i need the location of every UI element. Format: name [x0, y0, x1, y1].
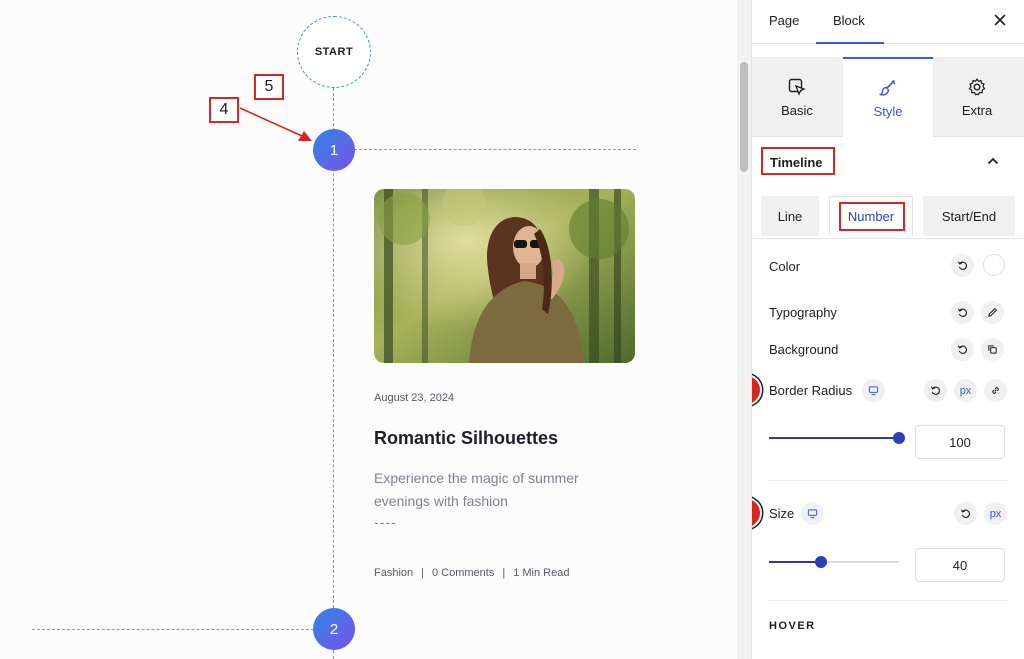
reset-icon [957, 308, 967, 317]
pencil-icon [988, 307, 998, 317]
post-read-time: 1 Min Read [513, 567, 570, 579]
copy-icon [988, 345, 997, 354]
timeline-number-2[interactable]: 2 [313, 608, 355, 650]
meta-separator: | [502, 567, 506, 579]
sub-tab-start-end[interactable]: Start/End [923, 196, 1015, 236]
border-radius-reset-button[interactable] [924, 379, 947, 402]
mode-tab-label: Basic [781, 102, 813, 118]
size-reset-button[interactable] [954, 502, 977, 525]
active-tab-indicator [816, 42, 884, 44]
mode-tab-extra[interactable]: Extra [932, 57, 1022, 137]
chevron-up-icon[interactable] [985, 153, 1001, 169]
mode-tab-style[interactable]: Style [843, 57, 933, 138]
post-featured-image[interactable] [374, 189, 635, 363]
tab-block[interactable]: Block [833, 13, 865, 28]
tab-page[interactable]: Page [769, 13, 799, 28]
reset-icon [957, 261, 967, 270]
size-unit-select[interactable]: px [984, 502, 1007, 525]
border-radius-slider-fill [769, 437, 899, 439]
post-comments[interactable]: 0 Comments [432, 567, 494, 579]
size-slider-fill [769, 561, 821, 563]
meta-separator: | [421, 567, 424, 579]
callout-number: 5 [264, 78, 274, 95]
block-settings-sidebar: Page Block Basic Style Extra Timeline Li… [751, 0, 1024, 659]
sub-tab-label: Start/End [941, 208, 997, 224]
editor-canvas: START 1 2 August 23, 2024 Romantic Silho… [0, 0, 740, 659]
timeline-connector-line-2 [32, 629, 314, 630]
color-reset-button[interactable] [951, 254, 974, 277]
background-copy-button[interactable] [981, 338, 1004, 361]
woman-portrait-image [374, 189, 635, 363]
post-excerpt: Experience the magic of summer evenings … [374, 470, 579, 509]
typography-label: Typography [769, 305, 837, 320]
post-category[interactable]: Fashion [374, 567, 413, 579]
background-reset-button[interactable] [951, 338, 974, 361]
step-badge-5: 5 [752, 497, 762, 529]
sub-tab-line[interactable]: Line [761, 196, 819, 236]
color-swatch-button[interactable] [983, 254, 1005, 276]
border-radius-link-button[interactable] [984, 379, 1007, 402]
size-label: Size [769, 506, 795, 521]
typography-reset-button[interactable] [951, 301, 974, 324]
post-title[interactable]: Romantic Silhouettes [374, 428, 558, 449]
hover-section-label: HOVER [769, 620, 816, 632]
close-sidebar-button[interactable] [990, 10, 1010, 30]
color-label: Color [769, 259, 801, 274]
reset-icon [930, 386, 940, 395]
sub-tab-label: Line [777, 208, 803, 224]
section-title[interactable]: Timeline [770, 155, 823, 170]
settings-mode-tabs: Basic Style Extra [752, 57, 1024, 138]
timeline-start-marker[interactable]: START [297, 16, 371, 88]
post-meta: Fashion | 0 Comments | 1 Min Read [374, 567, 569, 579]
close-icon [994, 14, 1006, 26]
link-icon [992, 387, 999, 394]
reset-icon [960, 509, 970, 518]
size-slider-thumb[interactable] [815, 556, 827, 568]
step-badge-4: 4 [752, 374, 762, 406]
canvas-scrollbar-thumb[interactable] [740, 62, 748, 172]
reset-icon [957, 345, 967, 354]
callout-label-4: 4 [209, 97, 239, 123]
border-radius-input[interactable]: 100 [915, 425, 1005, 459]
desktop-icon [868, 386, 879, 396]
post-excerpt-dash: ---- [374, 514, 397, 530]
background-label: Background [769, 342, 839, 357]
callout-arrow-icon [239, 107, 312, 141]
mode-tab-label: Extra [961, 102, 993, 118]
timeline-number-text: 1 [329, 141, 339, 159]
mode-tab-basic[interactable]: Basic [752, 57, 842, 137]
timeline-number-1[interactable]: 1 [313, 129, 355, 171]
border-radius-responsive-button[interactable] [862, 379, 885, 402]
highlight-number-tab [839, 202, 905, 231]
timeline-vertical-line-lower [333, 650, 334, 659]
timeline-connector-line [354, 149, 636, 150]
border-radius-unit-select[interactable]: px [954, 379, 977, 402]
callout-number: 4 [219, 101, 229, 118]
mode-tab-label: Style [873, 104, 903, 119]
divider [769, 480, 1007, 481]
size-responsive-button[interactable] [801, 502, 824, 525]
sidebar-tabs: Page Block [752, 0, 1024, 44]
timeline-number-text: 2 [329, 620, 339, 638]
typography-edit-button[interactable] [981, 301, 1004, 324]
sub-tab-divider [752, 238, 1024, 239]
divider [769, 600, 1007, 601]
size-input[interactable]: 40 [915, 548, 1005, 582]
post-date: August 23, 2024 [374, 392, 455, 404]
brush-icon [878, 79, 896, 96]
callout-label-5: 5 [254, 74, 284, 100]
desktop-icon [807, 509, 818, 519]
border-radius-label: Border Radius [769, 383, 853, 398]
cursor-select-icon [788, 78, 806, 96]
gear-icon [968, 77, 986, 95]
start-label: START [314, 46, 354, 58]
size-slider-track [821, 561, 899, 563]
border-radius-slider-thumb[interactable] [893, 432, 905, 444]
